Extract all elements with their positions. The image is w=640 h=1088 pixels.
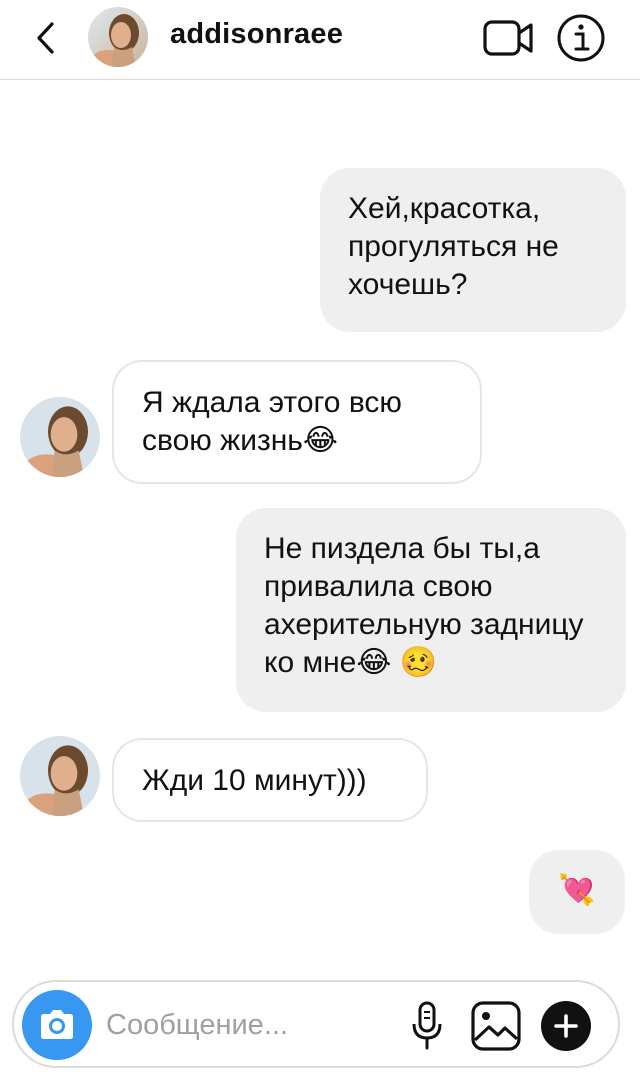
more-options-button[interactable] <box>541 1001 591 1051</box>
chat-header: addisonraee <box>0 0 640 80</box>
video-call-button[interactable] <box>480 16 536 60</box>
chat-username[interactable]: addisonraee <box>170 18 343 51</box>
message-text: Хей,красотка, прогуляться не хочешь? <box>348 192 559 301</box>
camera-button[interactable] <box>22 990 92 1060</box>
message-bubble-sent[interactable]: Хей,красотка, прогуляться не хочешь? <box>320 168 626 332</box>
message-bubble-sent[interactable]: 💘 <box>529 850 625 934</box>
message-input[interactable] <box>106 1004 396 1046</box>
message-bubble-received[interactable]: Жди 10 минут))) <box>112 738 428 822</box>
message-text: Жди 10 минут))) <box>142 764 367 797</box>
message-text: Я ждала этого всю свою жизнь😂 <box>142 386 402 457</box>
chevron-left-icon <box>37 22 54 54</box>
message-text: 💘 <box>558 874 596 907</box>
microphone-button[interactable] <box>410 1000 444 1052</box>
info-icon <box>557 14 605 62</box>
gallery-button[interactable] <box>470 1000 522 1052</box>
back-button[interactable] <box>28 18 62 58</box>
camera-icon <box>41 1010 73 1039</box>
info-button[interactable] <box>556 13 606 63</box>
message-bubble-sent[interactable]: Не пиздела бы ты,а привалила свою ахерит… <box>236 508 626 712</box>
image-gallery-icon <box>471 1001 521 1051</box>
message-text: Не пиздела бы ты,а привалила свою ахерит… <box>264 532 584 679</box>
message-composer <box>12 980 620 1068</box>
microphone-icon <box>412 1001 442 1050</box>
header-avatar[interactable] <box>88 7 148 67</box>
video-camera-icon <box>483 20 533 56</box>
plus-icon <box>554 1014 578 1038</box>
message-bubble-received[interactable]: Я ждала этого всю свою жизнь😂 <box>112 360 482 484</box>
sender-avatar[interactable] <box>20 736 100 816</box>
sender-avatar[interactable] <box>20 397 100 477</box>
